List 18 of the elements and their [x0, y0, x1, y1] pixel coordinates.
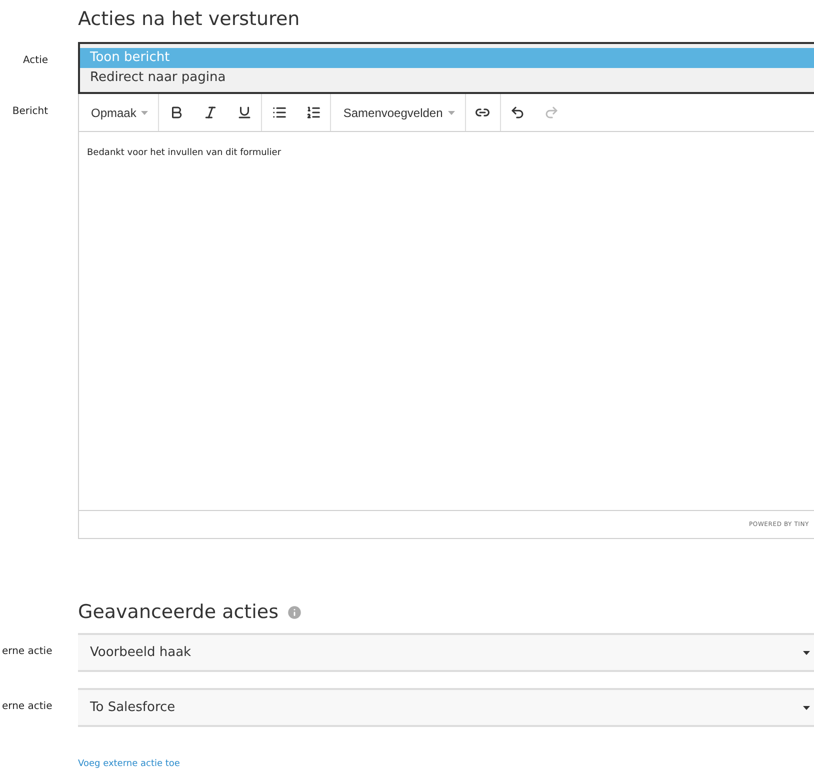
toolbar-dropdown[interactable]: Opmaak: [79, 94, 158, 131]
add-action-link[interactable]: Voeg externe actie toe: [78, 759, 180, 769]
caret-icon: [803, 706, 810, 710]
select-field[interactable]: To Salesforce: [78, 688, 814, 727]
caret-icon: [141, 110, 148, 114]
action-listbox[interactable]: Toon bericht Redirect naar pagina: [78, 42, 814, 94]
select-field[interactable]: Voorbeeld haak: [78, 633, 814, 672]
field-label: erne actie: [1, 700, 54, 712]
editor-content: Bedankt voor het invullen van dit formulier: [86, 147, 282, 160]
field-label: Bericht: [11, 105, 49, 117]
toolbar-dropdown[interactable]: Samenvoegvelden: [331, 94, 465, 131]
field-label: erne actie: [1, 645, 54, 657]
section-title: Acties na het versturen: [78, 8, 301, 30]
caret-icon: [803, 650, 810, 654]
field-label: Actie: [22, 54, 49, 66]
section-title: Geavanceerde acties: [78, 601, 278, 623]
caret-icon: [448, 110, 455, 114]
listbox-option[interactable]: Redirect naar pagina: [80, 68, 814, 88]
